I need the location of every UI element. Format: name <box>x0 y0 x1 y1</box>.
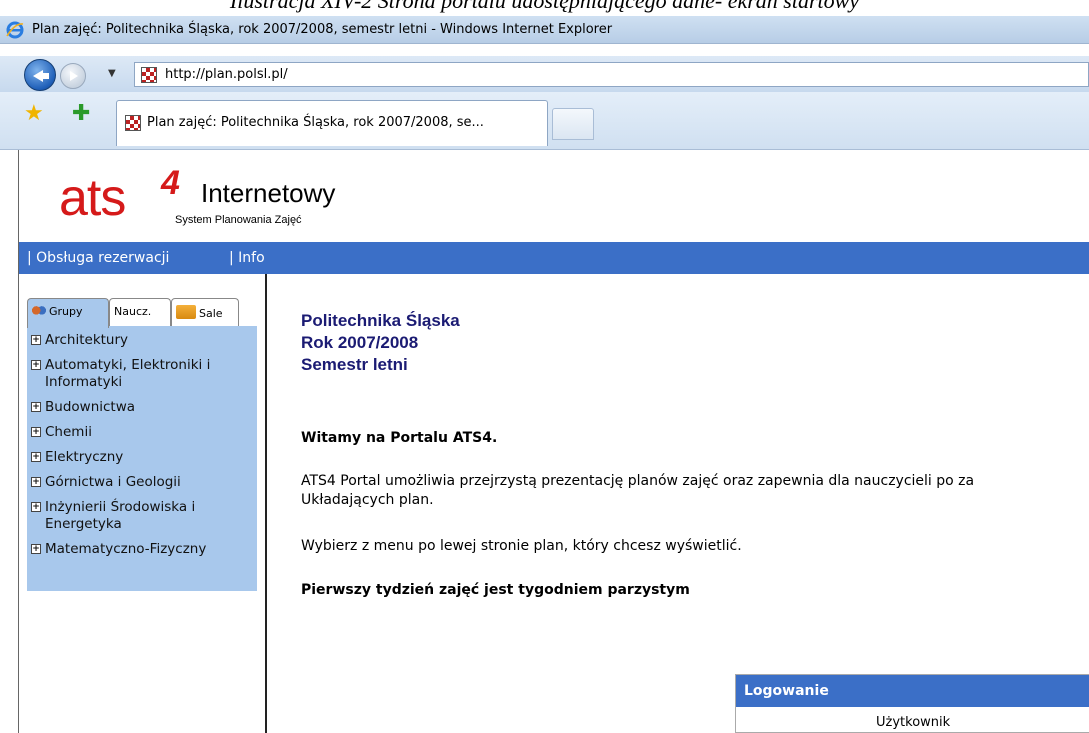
tab-teachers[interactable]: Naucz. <box>109 298 171 326</box>
web-page: ats 4 Internetowy System Planowania Zaję… <box>18 150 1089 733</box>
logo-subtitle: System Planowania Zajęć <box>175 214 302 226</box>
faculty-tree: + Architektury + Automatyki, Elektroniki i… <box>27 326 257 591</box>
sidebar: Grupy Naucz. Sale + Architektury + Automat… <box>19 274 267 733</box>
tree-item-gornictwa[interactable]: + Górnictwa i Geologii <box>27 474 257 491</box>
address-url[interactable]: http://plan.polsl.pl/ <box>165 67 288 82</box>
rooms-icon <box>176 305 196 319</box>
tree-item-label: Górnictwa i Geologii <box>45 474 181 490</box>
window-title: Plan zajęć: Politechnika Śląska, rok 200… <box>32 22 613 37</box>
intro-line-2: Układających plan. <box>301 492 434 508</box>
logo-name: Internetowy <box>201 178 336 208</box>
tree-item-label: Architektury <box>45 332 129 348</box>
figure-caption: Ilustracja XIV-2 Strona portalu udostępn… <box>229 0 860 13</box>
logo-number: 4 <box>161 164 180 202</box>
menu-item-reservations[interactable]: | Obsługa rezerwacji <box>27 250 169 266</box>
tree-item-label: Budownictwa <box>45 399 136 415</box>
groups-icon <box>32 305 46 317</box>
intro-paragraph: ATS4 Portal umożliwia przejrzystą prezen… <box>301 472 1089 510</box>
tree-item-label: Elektryczny <box>45 449 124 465</box>
browser-tab[interactable]: Plan zajęć: Politechnika Śląska, rok 200… <box>116 100 548 146</box>
expand-icon[interactable]: + <box>31 402 41 412</box>
forward-arrow-icon[interactable] <box>60 63 86 89</box>
tab-groups[interactable]: Grupy <box>27 298 109 328</box>
tree-item-budownictwa[interactable]: + Budownictwa <box>27 399 257 416</box>
expand-icon[interactable]: + <box>31 544 41 554</box>
semester: Semestr letni <box>301 355 408 374</box>
tree-item-label: Matematyczno-Fizyczny <box>45 541 207 557</box>
tabs-bar: ★ ✚ Plan zajęć: Politechnika Śląska, rok… <box>0 92 1089 150</box>
expand-icon[interactable]: + <box>31 477 41 487</box>
expand-icon[interactable]: + <box>31 452 41 462</box>
history-dropdown-icon[interactable]: ▼ <box>108 68 116 79</box>
tree-item-automatyki[interactable]: + Automatyki, Elektroniki i Informatyki <box>27 357 257 391</box>
browser-tab-label: Plan zajęć: Politechnika Śląska, rok 200… <box>147 115 484 130</box>
navigation-bar: ▼ http://plan.polsl.pl/ <box>0 56 1089 92</box>
logo-brand: ats <box>59 169 126 227</box>
university-heading: Politechnika Śląska Rok 2007/2008 Semest… <box>301 310 1089 376</box>
window-titlebar: Plan zajęć: Politechnika Śląska, rok 200… <box>0 16 1089 44</box>
tab-favicon-icon <box>125 115 141 131</box>
site-menu: | Obsługa rezerwacji | Info <box>19 242 1089 274</box>
tree-item-chemii[interactable]: + Chemii <box>27 424 257 441</box>
tree-item-label: Inżynierii Środowiska i Energetyka <box>45 499 196 532</box>
new-tab-button[interactable] <box>552 108 594 140</box>
university-name: Politechnika Śląska <box>301 311 460 330</box>
username-label: Użytkownik <box>876 715 951 730</box>
intro-line-1: ATS4 Portal umożliwia przejrzystą prezen… <box>301 473 975 489</box>
tree-item-matematyczno[interactable]: + Matematyczno-Fizyczny <box>27 541 257 558</box>
menu-item-info[interactable]: | Info <box>229 250 265 266</box>
add-favorites-icon[interactable]: ✚ <box>72 103 90 125</box>
welcome-heading: Witamy na Portalu ATS4. <box>301 430 498 446</box>
instruction-text: Wybierz z menu po lewej stronie plan, kt… <box>301 538 742 554</box>
expand-icon[interactable]: + <box>31 335 41 345</box>
tab-teachers-label: Naucz. <box>114 305 152 318</box>
expand-icon[interactable]: + <box>31 427 41 437</box>
academic-year: Rok 2007/2008 <box>301 333 419 352</box>
tree-item-label: Chemii <box>45 424 92 440</box>
tree-item-inzynierii[interactable]: + Inżynierii Środowiska i Energetyka <box>27 499 257 533</box>
internet-explorer-icon <box>6 21 24 39</box>
favorites-star-icon[interactable]: ★ <box>24 103 44 125</box>
tree-item-label: Automatyki, Elektroniki i Informatyki <box>45 357 211 390</box>
site-favicon-icon <box>141 67 157 83</box>
tab-groups-label: Grupy <box>49 305 83 318</box>
login-panel: Logowanie Użytkownik <box>735 674 1089 733</box>
tab-rooms[interactable]: Sale <box>171 298 239 326</box>
login-header: Logowanie <box>736 675 1089 707</box>
address-bar[interactable]: http://plan.polsl.pl/ <box>134 62 1089 87</box>
tab-rooms-label: Sale <box>199 307 223 320</box>
expand-icon[interactable]: + <box>31 502 41 512</box>
back-arrow-icon[interactable] <box>24 59 56 91</box>
expand-icon[interactable]: + <box>31 360 41 370</box>
tree-item-elektryczny[interactable]: + Elektryczny <box>27 449 257 466</box>
week-info-text: Pierwszy tydzień zajęć jest tygodniem pa… <box>301 582 690 598</box>
site-header: ats 4 Internetowy System Planowania Zaję… <box>19 150 1089 242</box>
tree-item-architektury[interactable]: + Architektury <box>27 332 257 349</box>
